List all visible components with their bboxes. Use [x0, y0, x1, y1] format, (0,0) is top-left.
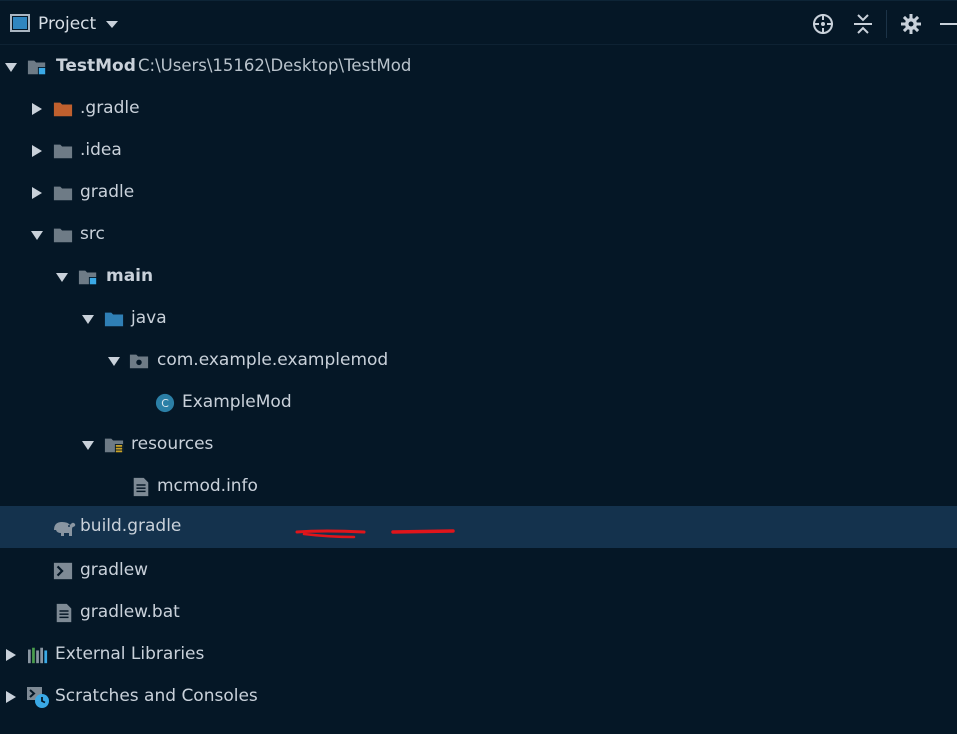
tree-row-example-mod[interactable]: C ExampleMod: [0, 382, 957, 424]
tree-row-main[interactable]: main: [0, 256, 957, 298]
tree-row-mcmod[interactable]: mcmod.info: [0, 466, 957, 508]
project-view-icon: [10, 14, 30, 32]
tree-item-label: gradlew.bat: [80, 602, 180, 622]
gradle-elephant-icon: [54, 522, 76, 536]
toolbar-separator: [886, 10, 887, 38]
resources-folder-icon: [104, 438, 124, 455]
folder-icon: [53, 228, 73, 243]
root-module-path: C:\Users\15162\Desktop\TestMod: [138, 56, 412, 75]
tree-item-label: resources: [131, 434, 214, 454]
locate-icon[interactable]: [811, 12, 835, 36]
tree-row-gradlew[interactable]: gradlew: [0, 550, 957, 592]
expanded-arrow-icon[interactable]: [107, 354, 121, 368]
library-books-icon: [28, 647, 48, 664]
text-file-icon: [56, 603, 72, 623]
shell-script-icon: [53, 562, 73, 580]
red-annotation-mark: [391, 529, 455, 534]
panel-title[interactable]: Project: [38, 13, 96, 35]
expanded-arrow-icon[interactable]: [81, 438, 95, 452]
tree-item-label: External Libraries: [55, 644, 205, 664]
tree-row-gradlew-bat[interactable]: gradlew.bat: [0, 592, 957, 634]
tree-item-label: ExampleMod: [182, 392, 292, 412]
tree-item-label: build.gradle: [80, 516, 182, 536]
tree-row-idea[interactable]: .idea: [0, 130, 957, 172]
folder-icon: [53, 144, 73, 159]
tree-row-build-gradle[interactable]: build.gradle: [0, 506, 957, 548]
dropdown-caret-icon[interactable]: [104, 17, 120, 31]
tree-row-external-libraries[interactable]: External Libraries: [0, 634, 957, 676]
tree-item-label: gradlew: [80, 560, 149, 580]
red-annotation-mark: [295, 529, 366, 539]
collapsed-arrow-icon[interactable]: [30, 186, 44, 200]
expanded-arrow-icon[interactable]: [55, 270, 69, 284]
java-class-icon: C: [155, 393, 175, 413]
tree-item-label: Scratches and Consoles: [55, 686, 258, 706]
module-folder-icon: [78, 270, 98, 286]
folder-icon: [53, 186, 73, 201]
tree-item-label: java: [131, 308, 167, 328]
collapsed-arrow-icon[interactable]: [4, 648, 18, 662]
expanded-arrow-icon[interactable]: [81, 312, 95, 326]
expanded-arrow-icon[interactable]: [30, 228, 44, 242]
svg-text:C: C: [161, 397, 169, 410]
package-icon: [129, 354, 149, 369]
collapsed-arrow-icon[interactable]: [4, 690, 18, 704]
tree-item-label: com.example.examplemod: [157, 350, 389, 370]
tree-row-gradle[interactable]: gradle: [0, 172, 957, 214]
collapse-all-icon[interactable]: [851, 12, 875, 36]
source-folder-icon: [104, 312, 124, 327]
tree-item-label: src: [80, 224, 105, 244]
tree-row-package[interactable]: com.example.examplemod: [0, 340, 957, 382]
tree-row-java[interactable]: java: [0, 298, 957, 340]
tree-item-label: .gradle: [80, 98, 140, 118]
excluded-folder-icon: [53, 102, 73, 117]
scratches-clock-icon: [27, 687, 49, 708]
tree-item-label: main: [106, 266, 154, 286]
gear-icon[interactable]: [899, 12, 923, 36]
root-module-name: TestMod: [56, 56, 136, 76]
tree-row-gradle-hidden[interactable]: .gradle: [0, 88, 957, 130]
expanded-arrow-icon[interactable]: [4, 60, 18, 74]
project-toolbar: Project: [0, 0, 957, 44]
tree-row-resources[interactable]: resources: [0, 424, 957, 466]
tree-item-label: mcmod.info: [157, 476, 258, 496]
text-file-icon: [133, 477, 149, 497]
tree-item-label: gradle: [80, 182, 135, 202]
minimize-icon[interactable]: [937, 12, 957, 36]
module-folder-icon: [27, 60, 47, 76]
collapsed-arrow-icon[interactable]: [30, 144, 44, 158]
collapsed-arrow-icon[interactable]: [30, 102, 44, 116]
tree-row-src[interactable]: src: [0, 214, 957, 256]
tree-row-root[interactable]: TestMod C:\Users\15162\Desktop\TestMod: [0, 46, 957, 88]
tree-row-scratches[interactable]: Scratches and Consoles: [0, 676, 957, 718]
tree-item-label: .idea: [80, 140, 122, 160]
toolbar-divider: [0, 44, 957, 45]
